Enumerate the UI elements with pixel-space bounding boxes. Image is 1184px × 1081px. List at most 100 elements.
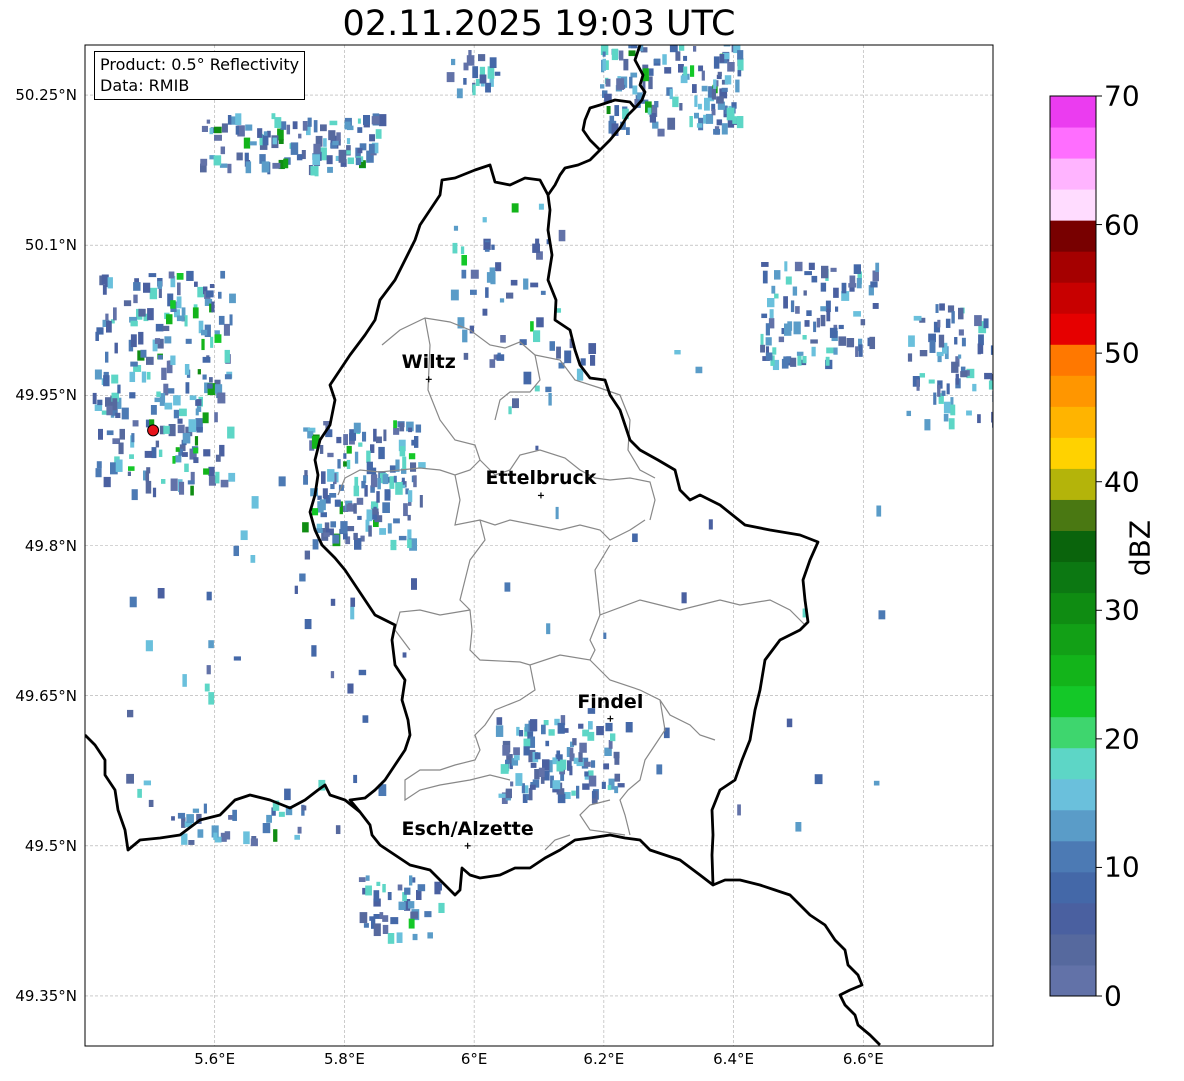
echo-cell — [387, 933, 395, 944]
echo-cell — [512, 398, 519, 409]
echo-cell — [249, 141, 257, 146]
echo-cell — [407, 514, 411, 521]
echo-cell — [787, 321, 793, 331]
colorbar-segment — [1050, 468, 1096, 500]
echo-cell — [853, 311, 861, 317]
echo-cell — [161, 367, 167, 380]
echo-cell — [482, 217, 487, 223]
echo-cell — [168, 388, 175, 394]
echo-cell — [416, 890, 422, 900]
echo-cell — [384, 489, 391, 501]
echo-cell — [186, 814, 194, 824]
colorbar — [1049, 95, 1102, 997]
echo-cell — [284, 788, 291, 801]
echo-cell — [778, 336, 785, 343]
echo-cell — [278, 139, 284, 145]
colorbar-segment — [1050, 499, 1096, 531]
echo-cell — [337, 459, 341, 469]
echo-cell — [214, 134, 222, 141]
colorbar-segment — [1050, 561, 1096, 594]
echo-cell — [366, 450, 371, 463]
echo-cell — [323, 138, 327, 147]
colorbar-segment — [1050, 623, 1096, 656]
echo-cell — [821, 265, 829, 279]
echo-cell — [312, 154, 320, 166]
echo-cell — [760, 333, 764, 345]
echo-cell — [408, 901, 415, 909]
echo-cell — [496, 354, 505, 361]
echo-cell — [500, 764, 509, 774]
echo-cell — [330, 521, 337, 528]
echo-cell — [373, 914, 381, 919]
echo-cell — [192, 307, 199, 319]
echo-cell — [483, 242, 490, 250]
colorbar-segment — [1050, 902, 1096, 935]
echo-cell — [399, 446, 406, 457]
echo-cell — [112, 398, 118, 411]
echo-cell — [299, 573, 306, 582]
echo-cell — [218, 315, 225, 325]
echo-cell — [990, 345, 993, 355]
echo-cell — [669, 88, 673, 100]
echo-cell — [783, 296, 788, 309]
echo-cell — [379, 114, 387, 127]
echo-cell — [555, 506, 559, 520]
echo-cell — [343, 434, 349, 446]
echo-cell — [705, 113, 714, 124]
echo-cell — [556, 308, 562, 313]
echo-cell — [243, 831, 250, 845]
echo-cell — [103, 375, 110, 387]
echo-cell — [958, 329, 964, 336]
echo-cell — [332, 534, 340, 544]
echo-cell — [994, 327, 1001, 335]
echo-cell — [667, 117, 676, 130]
echo-cell — [92, 392, 97, 405]
echo-cell — [630, 72, 638, 78]
echo-cell — [523, 738, 531, 747]
echo-cell — [176, 315, 184, 322]
echo-cell — [470, 269, 479, 279]
echo-cell — [558, 229, 566, 242]
echo-cell — [213, 832, 218, 840]
lon-tick-label: 6°E — [460, 1050, 488, 1068]
echo-cell — [196, 427, 203, 433]
echo-cell — [353, 503, 357, 514]
echo-cell — [201, 125, 208, 132]
echo-cell — [681, 592, 687, 604]
echo-cell — [616, 78, 625, 90]
echo-cell — [489, 57, 497, 69]
echo-cell — [528, 788, 533, 801]
echo-cell — [131, 489, 138, 501]
echo-cell — [147, 308, 154, 321]
echo-cell — [240, 530, 248, 541]
echo-cell — [792, 286, 798, 296]
echo-cell — [762, 270, 768, 284]
echo-cell — [486, 272, 492, 283]
echo-cell — [605, 722, 613, 732]
echo-cell — [678, 64, 684, 73]
echo-cell — [376, 881, 381, 886]
echo-cell — [390, 539, 397, 551]
echo-cell — [820, 314, 826, 327]
echo-cell — [804, 320, 810, 327]
echo-cell — [737, 58, 744, 71]
echo-cell — [347, 503, 353, 512]
echo-cell — [103, 476, 111, 488]
echo-cell — [409, 875, 413, 886]
echo-cell — [204, 683, 210, 692]
echo-cell — [559, 759, 567, 770]
echo-cell — [829, 327, 838, 338]
echo-cell — [690, 65, 695, 77]
echo-cell — [379, 912, 384, 920]
echo-cell — [504, 582, 511, 592]
echo-cell — [584, 771, 589, 777]
echo-cell — [958, 354, 962, 359]
echo-cell — [592, 790, 596, 799]
echo-cell — [393, 475, 397, 483]
echo-cell — [941, 390, 946, 396]
echo-cell — [698, 65, 704, 72]
echo-cell — [133, 294, 138, 304]
echo-cell — [875, 262, 880, 273]
echo-cell — [578, 752, 583, 763]
echo-cell — [761, 262, 769, 267]
